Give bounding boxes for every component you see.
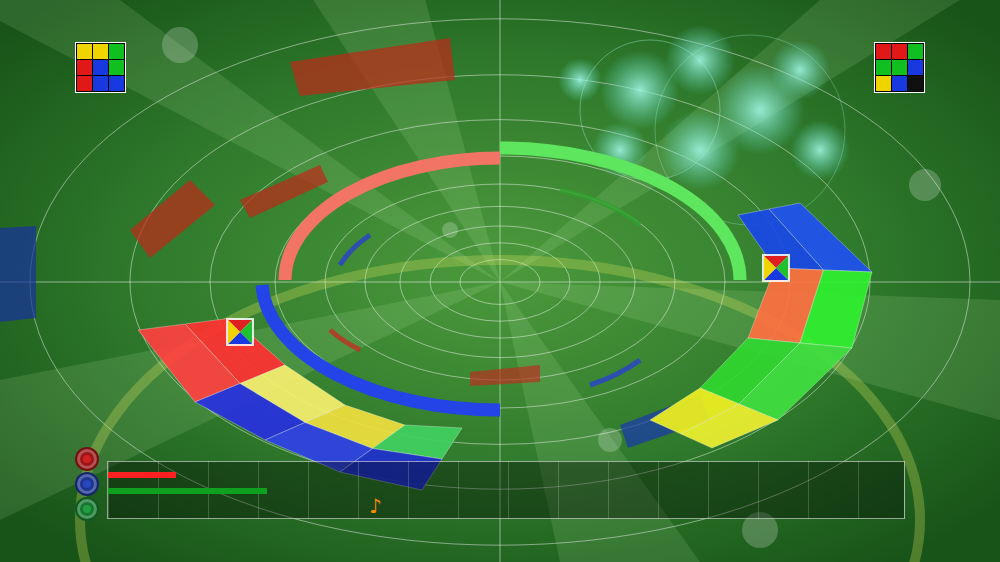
- grid-cell: [77, 44, 92, 59]
- floating-block: [290, 38, 455, 96]
- player-icons: [75, 447, 101, 521]
- meter-row: [108, 499, 904, 515]
- floating-block: [130, 180, 215, 258]
- grid-cell: [109, 76, 124, 91]
- light-orb: [909, 169, 941, 201]
- ribbon-block: [739, 343, 852, 420]
- particle-cloud: [558, 25, 850, 225]
- game-screen: ♪: [0, 0, 1000, 562]
- grid-cell: [892, 44, 907, 59]
- rim-arc: [80, 260, 920, 562]
- cursor-icon[interactable]: [226, 318, 254, 346]
- grid-cell: [908, 44, 923, 59]
- cursor-icon[interactable]: [762, 254, 790, 282]
- ribbon-block: [681, 404, 778, 448]
- inner-arcs: [330, 190, 640, 385]
- meter-bar-color: [108, 488, 267, 494]
- meter-row: [108, 467, 904, 483]
- grid-cell: [109, 60, 124, 75]
- light-orb: [598, 428, 622, 452]
- grid-cell: [892, 60, 907, 75]
- ring-arc: [500, 148, 740, 280]
- grid-cell: [93, 44, 108, 59]
- hud: ♪: [0, 0, 1000, 562]
- player-icon: [75, 447, 99, 471]
- grid-cell: [109, 44, 124, 59]
- progress-track: ♪: [107, 461, 905, 519]
- grid-cell: [93, 76, 108, 91]
- ring-arc: [285, 158, 500, 280]
- grid-cell: [876, 76, 891, 91]
- grid-cell: [876, 44, 891, 59]
- block-ribbon: [650, 203, 872, 448]
- meter-row: [108, 483, 904, 499]
- grid-cell: [93, 60, 108, 75]
- grid-cell: [77, 76, 92, 91]
- floating-block: [0, 226, 36, 322]
- grid-cell: [908, 76, 923, 91]
- music-note-icon: ♪: [367, 494, 384, 518]
- meter-fill: [108, 472, 176, 478]
- grid-cell: [876, 60, 891, 75]
- ribbon-block: [800, 270, 872, 348]
- grid-cell: [908, 60, 923, 75]
- meter-fill: [108, 488, 267, 494]
- preview-bar: [0, 0, 1000, 93]
- meter-panel: ♪: [0, 447, 1000, 562]
- meter-bar-color: [108, 472, 176, 478]
- floating-block: [470, 365, 540, 386]
- light-orb: [162, 27, 198, 63]
- light-orb: [442, 222, 458, 238]
- light-rays: [0, 0, 1000, 562]
- grid-cell: [77, 60, 92, 75]
- player-icon: [75, 472, 99, 496]
- player-icon: [75, 497, 99, 521]
- next-piece-grid: [874, 42, 925, 93]
- next-piece-grid: [75, 42, 126, 93]
- grid-cell: [892, 76, 907, 91]
